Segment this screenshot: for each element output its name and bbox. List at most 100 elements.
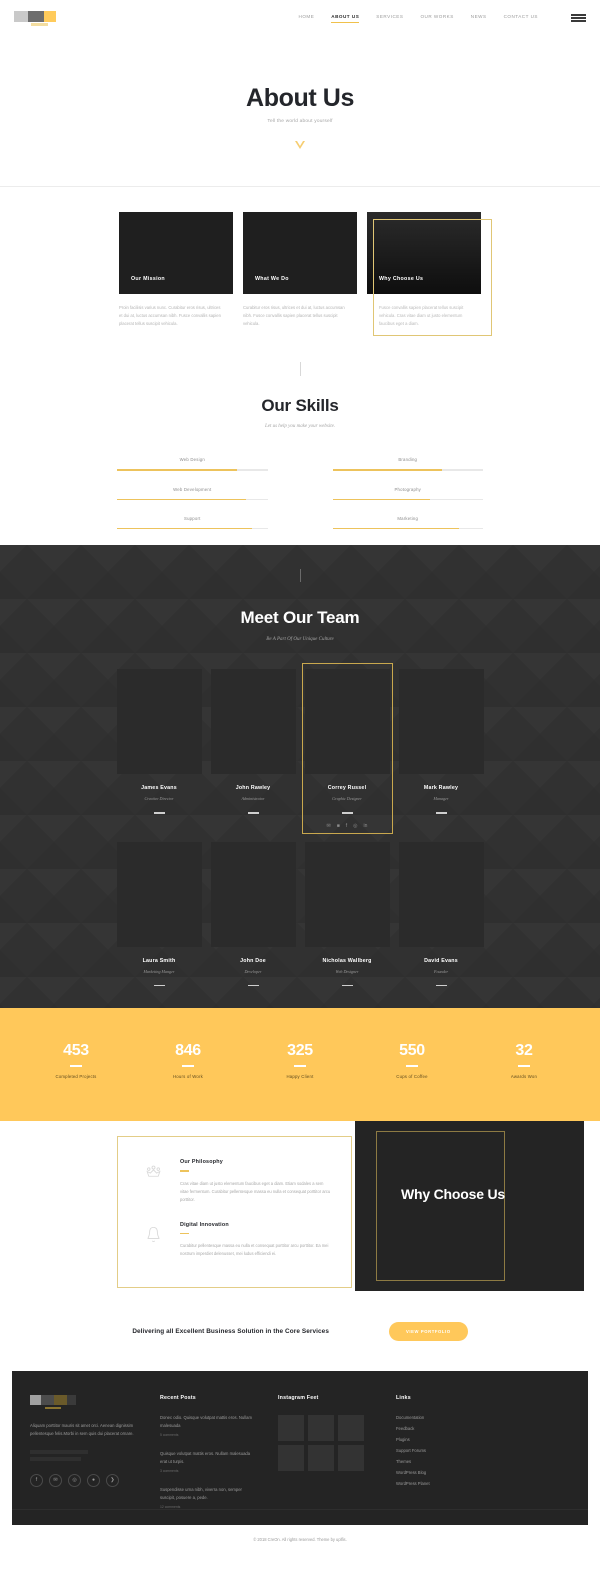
instagram-thumbnail[interactable] xyxy=(308,1415,334,1442)
footer-social-links: f ✉ ◎ ● ❯ xyxy=(30,1473,140,1487)
footer-heading-instagram: Instagram Feet xyxy=(278,1395,319,1402)
avatar xyxy=(116,841,202,947)
counter-value: 846 xyxy=(175,1042,201,1060)
dribbble-icon[interactable]: ● xyxy=(87,1473,100,1487)
instagram-thumbnail[interactable] xyxy=(338,1445,364,1472)
counter-divider xyxy=(518,1065,530,1068)
card-title: Our Mission xyxy=(131,276,165,282)
crown-icon xyxy=(140,1159,166,1204)
avatar xyxy=(398,841,484,947)
view-portfolio-button[interactable]: VIEW PORTFOLIO xyxy=(388,1322,468,1342)
member-divider xyxy=(341,984,353,987)
footer-instagram-column: Instagram Feet xyxy=(278,1395,376,1509)
instagram-thumbnail[interactable] xyxy=(338,1415,364,1442)
member-divider xyxy=(153,812,165,814)
cta-text: Delivering all Excellent Business Soluti… xyxy=(132,1328,329,1336)
behance-icon[interactable]: ❯ xyxy=(106,1473,119,1487)
twitter-icon[interactable]: ✉ xyxy=(49,1473,62,1487)
skill-fill xyxy=(332,469,443,471)
instagram-thumbnail[interactable] xyxy=(278,1415,304,1442)
skill-bar xyxy=(117,528,268,530)
team-member[interactable]: Nicholas Wallberg Web Designer xyxy=(304,841,390,987)
section-tick xyxy=(299,569,301,583)
footer-link-wordpress-blog[interactable]: WordPress Blog xyxy=(396,1470,486,1475)
feature-cards: Our Mission Proin facilisis varius nunc.… xyxy=(0,187,600,337)
skill-label: Support xyxy=(184,516,201,522)
skills-grid: Web Design Branding Web Development Phot… xyxy=(0,429,600,545)
counter-cups-of-coffee: 550 Cups of Coffee xyxy=(376,1042,448,1079)
skill-bar xyxy=(332,528,483,530)
site-header: HOME ABOUT US SERVICES OUR WORKS NEWS CO… xyxy=(0,0,600,36)
avatar xyxy=(210,841,296,947)
card-image: What We Do xyxy=(243,212,357,294)
about-us-page: HOME ABOUT US SERVICES OUR WORKS NEWS CO… xyxy=(0,0,600,1578)
nav-item-services[interactable]: SERVICES xyxy=(376,14,403,23)
nav-item-about-us[interactable]: ABOUT US xyxy=(331,14,360,23)
counter-divider xyxy=(182,1065,194,1068)
instagram-thumbnail[interactable] xyxy=(308,1445,334,1472)
post-title: Suspendisse urna nibh, viverra non, semp… xyxy=(160,1487,242,1501)
footer-link-support-forums[interactable]: Support Forums xyxy=(396,1448,486,1453)
skill-photography: Photography xyxy=(332,487,483,501)
team-member[interactable]: Laura Smith Marketing Manger xyxy=(116,841,202,987)
member-name: David Evans xyxy=(424,957,458,964)
member-role: Administrator xyxy=(241,796,265,802)
logo[interactable] xyxy=(14,10,62,26)
skill-bar xyxy=(117,498,268,501)
nav-item-contact-us[interactable]: CONTACT US xyxy=(504,14,538,23)
team-member[interactable]: Mark Rawley Manager xyxy=(398,669,484,828)
member-highlight-frame xyxy=(301,663,393,834)
philosophy-divider xyxy=(180,1170,189,1172)
triangle-down-icon[interactable] xyxy=(295,141,305,149)
counter-divider xyxy=(70,1065,82,1068)
team-member[interactable]: James Evans Creative Director xyxy=(116,669,202,828)
nav-item-home[interactable]: HOME xyxy=(299,14,315,23)
footer-link-wordpress-planet[interactable]: WordPress Planet xyxy=(396,1481,486,1486)
footer-recent-posts-column: Recent Posts Donec odio. Quisque volutpa… xyxy=(160,1395,258,1509)
footer-post[interactable]: Donec odio. Quisque volutpat mattis eros… xyxy=(160,1414,258,1437)
team-member-active[interactable]: Correy Russel Graphic Designer ✉ ■ f ◎ i… xyxy=(301,663,393,834)
member-role: Creative Director xyxy=(144,796,174,802)
skill-bar xyxy=(117,469,268,471)
footer-post[interactable]: Suspendisse urna nibh, viverra non, semp… xyxy=(160,1486,258,1509)
footer-heading-links: Links xyxy=(396,1395,411,1402)
footer-post[interactable]: Quisque volutpat mattis eros. Nullam mal… xyxy=(160,1450,258,1473)
team-member[interactable]: David Evans Founder xyxy=(398,841,484,987)
site-footer: Aliquam porttitor mauris sit amet orci. … xyxy=(12,1371,588,1510)
facebook-icon[interactable]: f xyxy=(30,1473,43,1487)
footer-link-documentation[interactable]: Documentation xyxy=(396,1415,486,1420)
skill-label: Marketing xyxy=(397,516,419,522)
counter-happy-client: 325 Happy Client xyxy=(264,1042,336,1079)
team-member[interactable]: John Doe Developer xyxy=(210,841,296,987)
post-title: Quisque volutpat mattis eros. Nullam mal… xyxy=(160,1451,251,1465)
member-name: John Doe xyxy=(240,957,266,964)
nav-item-our-works[interactable]: OUR WORKS xyxy=(420,14,453,23)
footer-link-plugins[interactable]: Plugins xyxy=(396,1437,486,1442)
why-choose-us-panel: Why Choose Us xyxy=(355,1121,584,1292)
footer-link-themes[interactable]: Themes xyxy=(396,1459,486,1464)
skill-label: Web Design xyxy=(179,457,205,463)
philosophy-section: Our Philosophy Cras vitae diam ut justo … xyxy=(0,1121,600,1296)
logo-mark xyxy=(14,10,62,22)
counter-label: Hours of Work xyxy=(173,1074,203,1080)
team-member[interactable]: John Rawley Administrator xyxy=(210,669,296,828)
card-our-mission[interactable]: Our Mission Proin facilisis varius nunc.… xyxy=(119,212,233,327)
footer-logo[interactable] xyxy=(30,1395,76,1406)
card-text: Proin facilisis varius nunc. Curabitur e… xyxy=(119,305,221,326)
skill-fill xyxy=(332,498,431,501)
footer-link-feedback[interactable]: Feedback xyxy=(396,1426,486,1431)
instagram-thumbnail[interactable] xyxy=(278,1445,304,1472)
post-title: Donec odio. Quisque volutpat mattis eros… xyxy=(160,1415,252,1429)
card-why-choose-us[interactable]: Why Choose Us Fusce convallis sapien pla… xyxy=(367,212,492,337)
counter-awards-won: 32 Awards Won xyxy=(488,1042,560,1079)
skill-fill xyxy=(117,469,238,471)
avatar xyxy=(116,669,202,775)
team-row-1: James Evans Creative Director John Rawle… xyxy=(0,642,600,834)
instagram-thumbnail-grid xyxy=(278,1415,376,1472)
counter-hours-of-work: 846 Hours of Work xyxy=(152,1042,224,1079)
footer-logo-underline xyxy=(45,1406,61,1410)
nav-item-news[interactable]: NEWS xyxy=(471,14,487,23)
card-what-we-do[interactable]: What We Do Curabitur eros risus, ultrice… xyxy=(243,212,357,327)
hamburger-menu-icon[interactable] xyxy=(571,14,586,22)
instagram-icon[interactable]: ◎ xyxy=(68,1473,81,1487)
